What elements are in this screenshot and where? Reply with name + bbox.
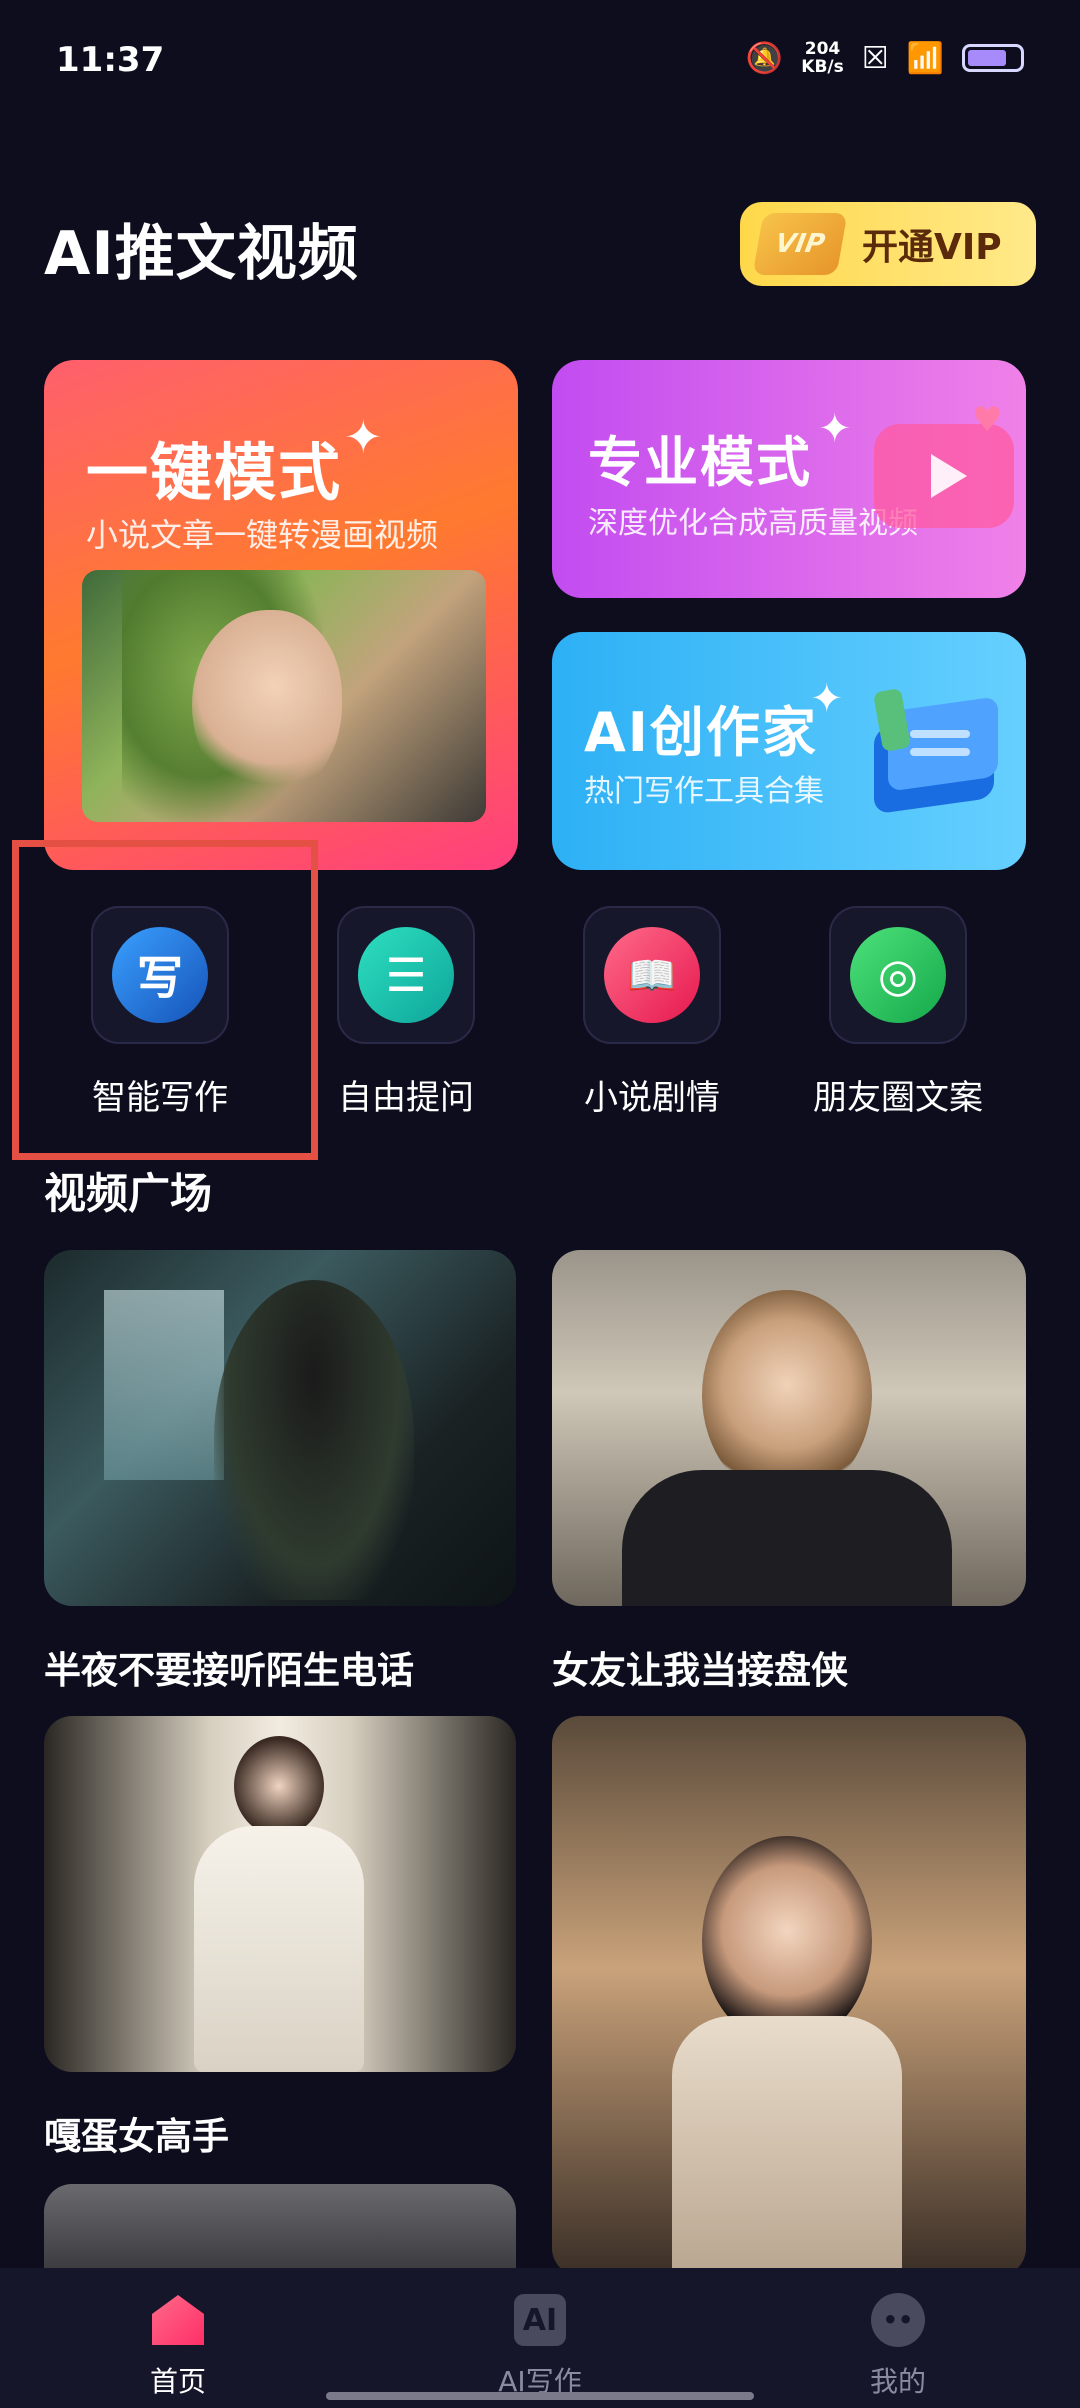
profile-icon: •• <box>870 2292 926 2348</box>
aperture-icon: ◎ <box>850 927 946 1023</box>
video-title[interactable]: 嘎蛋女高手 <box>44 2106 229 2160</box>
video-thumbnail[interactable] <box>552 1716 1026 2276</box>
net-speed: 204 KB/s <box>801 39 844 77</box>
tool-label: 小说剧情 <box>584 1078 720 1118</box>
pro-mode-subtitle: 深度优化合成高质量视频 <box>588 506 918 541</box>
status-icons: 🔕 204 KB/s ☒ 📶 <box>746 40 1024 76</box>
nav-profile[interactable]: •• 我的 <box>798 2292 998 2400</box>
nav-home[interactable]: 首页 <box>78 2292 278 2400</box>
video-thumbnail[interactable] <box>44 1250 516 1606</box>
tool-label: 朋友圈文案 <box>813 1078 983 1118</box>
home-icon <box>150 2292 206 2348</box>
battery-icon <box>962 44 1024 72</box>
nav-ai-writing[interactable]: AI AI写作 <box>440 2292 640 2400</box>
bottom-nav: 首页 AI AI写作 •• 我的 <box>0 2268 1080 2408</box>
one-key-title: 一键模式 <box>86 436 343 509</box>
wifi-icon: 📶 <box>906 40 944 76</box>
video-thumbnail[interactable] <box>552 1250 1026 1606</box>
nav-profile-label: 我的 <box>869 2365 926 2398</box>
status-time: 11:37 <box>56 40 165 80</box>
sim-off-icon: ☒ <box>861 40 889 76</box>
video-plaza-title: 视频广场 <box>44 1169 213 1218</box>
nav-home-label: 首页 <box>149 2365 206 2398</box>
ai-creator-card[interactable]: AI创作家 ✦ 热门写作工具合集 <box>552 632 1026 870</box>
mute-bell-icon: 🔕 <box>745 40 784 76</box>
one-key-mode-card[interactable]: 一键模式 ✦ 小说文章一键转漫画视频 <box>44 360 518 870</box>
sparkle-icon: ✦ <box>344 410 383 464</box>
open-vip-label: 开通VIP <box>862 227 1002 268</box>
home-indicator[interactable] <box>326 2392 754 2400</box>
tool-label: 自由提问 <box>338 1078 474 1118</box>
pro-mode-card[interactable]: 专业模式 ✦ 深度优化合成高质量视频 ♥ <box>552 360 1026 598</box>
chat-icon: ☰ <box>358 927 454 1023</box>
sparkle-icon: ✦ <box>810 676 844 722</box>
hearts-icon: ♥ <box>972 400 1003 440</box>
sparkle-icon: ✦ <box>818 406 852 452</box>
video-title[interactable]: 半夜不要接听陌生电话 <box>44 1640 414 1694</box>
pro-mode-title: 专业模式 <box>588 431 812 494</box>
tool-free-question[interactable]: ☰ 自由提问 <box>306 906 506 1119</box>
ai-write-icon: AI <box>512 2292 568 2348</box>
status-bar: 11:37 🔕 204 KB/s ☒ 📶 <box>0 0 1080 120</box>
tool-novel-plot[interactable]: 📖 小说剧情 <box>552 906 752 1119</box>
video-thumbnail[interactable] <box>44 1716 516 2072</box>
highlight-box <box>12 840 318 1160</box>
notebook-icon <box>873 688 1004 815</box>
ai-creator-subtitle: 热门写作工具合集 <box>584 774 824 809</box>
page-title: AI推文视频 <box>44 219 359 289</box>
video-title[interactable]: 女友让我当接盘侠 <box>552 1640 848 1694</box>
open-vip-button[interactable]: VIP 开通VIP <box>740 202 1036 286</box>
anime-girl-thumbnail <box>82 570 486 822</box>
vip-badge-icon: VIP <box>752 213 848 275</box>
tool-moments-copy[interactable]: ◎ 朋友圈文案 <box>798 906 998 1119</box>
book-icon: 📖 <box>604 927 700 1023</box>
one-key-subtitle: 小说文章一键转漫画视频 <box>86 516 439 554</box>
ai-creator-title: AI创作家 <box>584 701 818 764</box>
